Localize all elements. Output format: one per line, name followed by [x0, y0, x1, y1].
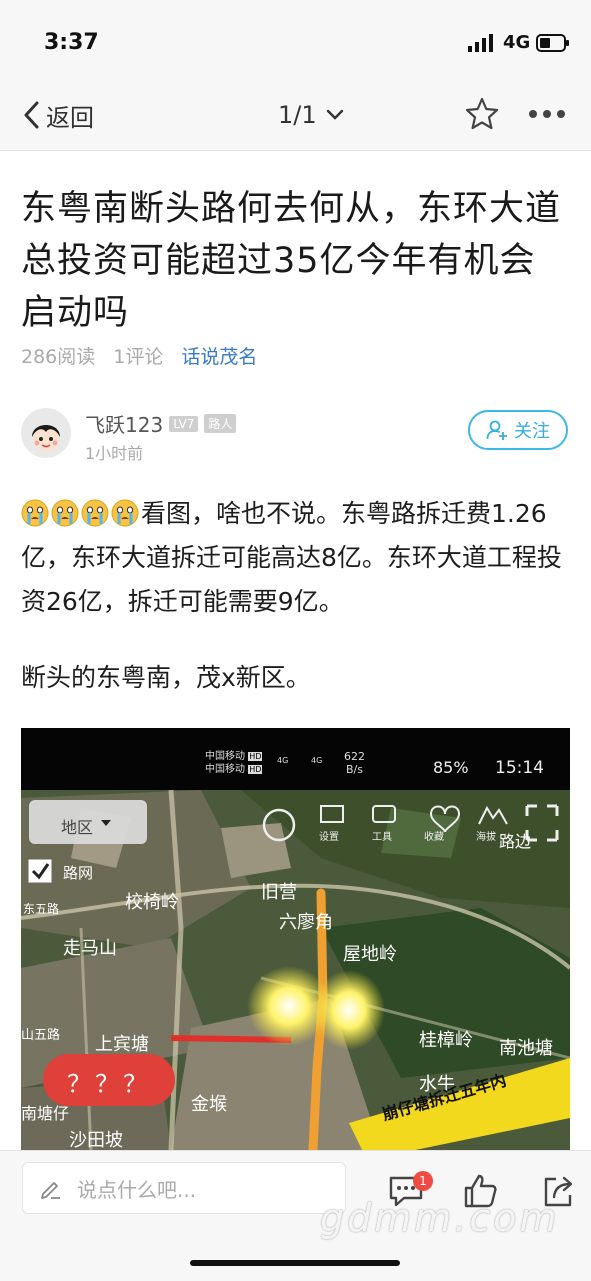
- crying-emoji-icon: [81, 499, 109, 527]
- article-paragraph: 看图，啥也不说。东粤路拆迁费1.26亿，东环大道拆迁可能高达8亿。东环大道工程投…: [21, 492, 573, 624]
- tool-favorite[interactable]: 收藏: [424, 828, 444, 843]
- level-badge: LV7: [169, 415, 199, 432]
- favorite-star-icon[interactable]: [464, 96, 500, 132]
- view-count: 286阅读: [21, 346, 96, 368]
- back-button[interactable]: 返回: [22, 98, 94, 132]
- place-label: 上宾塘: [95, 1034, 149, 1055]
- region-button-label[interactable]: 地区: [61, 814, 93, 838]
- place-label: 桂樟岭: [419, 1030, 473, 1051]
- place-label: 旧营: [261, 882, 297, 903]
- map-carrier-info: 中国移动 HD 中国移动 HD: [205, 751, 263, 775]
- role-badge: 路人: [204, 414, 237, 433]
- comment-count: 1评论: [113, 346, 164, 368]
- place-label: 南塘仔: [21, 1104, 70, 1123]
- comment-input[interactable]: 说点什么吧...: [22, 1162, 346, 1214]
- pencil-icon: [41, 1182, 60, 1199]
- network-type: 4G: [503, 32, 531, 53]
- more-options-icon[interactable]: [527, 100, 567, 128]
- chevron-down-icon: [326, 109, 343, 120]
- page-indicator: 1/1: [278, 101, 317, 129]
- place-label: 校椅岭: [125, 892, 179, 913]
- chevron-left-icon: [24, 101, 39, 129]
- place-label: 南池塘: [499, 1038, 553, 1059]
- crying-emoji-icon: [111, 499, 139, 527]
- map-signal-1: 4G: [277, 756, 289, 765]
- map-signal-2: 4G: [311, 756, 323, 765]
- question-bubble-label: ？？？: [67, 1070, 151, 1098]
- map-time: 15:14: [495, 758, 544, 778]
- author-avatar[interactable]: [21, 408, 71, 458]
- page-selector[interactable]: 1/1: [278, 98, 345, 132]
- place-label: 金堠: [191, 1094, 227, 1115]
- follow-button[interactable]: 关注: [468, 410, 568, 450]
- site-watermark: gdmm.com: [320, 1196, 560, 1240]
- place-label: 走马山: [63, 938, 117, 959]
- comment-count-badge: 1: [413, 1171, 433, 1191]
- place-label: 屋地岭: [343, 944, 397, 965]
- signal-icon: [468, 34, 493, 52]
- avatar-icon: [32, 425, 60, 451]
- place-label: 东五路: [23, 902, 60, 916]
- home-indicator: [190, 1260, 400, 1266]
- back-label: 返回: [46, 103, 94, 132]
- tool-altitude[interactable]: 海拔: [476, 828, 496, 843]
- tool-tools[interactable]: 工具: [372, 828, 392, 843]
- post-time: 1小时前: [85, 444, 144, 463]
- add-person-icon: [486, 420, 507, 440]
- status-time: 3:37: [44, 30, 99, 55]
- place-label: 山五路: [21, 1028, 61, 1043]
- article-meta: 286阅读 1评论 话说茂名: [21, 342, 257, 369]
- highlight-glow: [313, 970, 385, 1050]
- article-paragraph-2: 断头的东粤南，茂x新区。: [21, 663, 311, 692]
- map-status-strip: [21, 728, 570, 790]
- crying-emoji-icon: [21, 499, 49, 527]
- place-label: 沙田坡: [69, 1130, 123, 1150]
- map-battery-pct: 85%: [433, 758, 469, 777]
- place-label: 六廖角: [279, 912, 333, 933]
- tool-settings[interactable]: 设置: [319, 828, 339, 843]
- author-info: 飞跃123 LV7 路人: [85, 409, 237, 438]
- map-net-speed: 622 B/s: [344, 750, 365, 776]
- battery-icon: [536, 34, 569, 52]
- place-label: 路边: [499, 832, 532, 851]
- embedded-map-screenshot[interactable]: 中国移动 HD 中国移动 HD 4G 4G 622 B/s 85% 15:14 地…: [21, 728, 570, 1150]
- follow-label: 关注: [514, 421, 550, 442]
- road-net-label[interactable]: 路网: [63, 862, 93, 883]
- crying-emoji-icon: [51, 499, 79, 527]
- author-name[interactable]: 飞跃123: [85, 409, 163, 438]
- forum-link[interactable]: 话说茂名: [181, 342, 257, 369]
- article-title: 东粤南断头路何去何从，东环大道总投资可能超过35亿今年有机会启动吗: [21, 189, 562, 333]
- comment-placeholder: 说点什么吧...: [77, 1177, 197, 1202]
